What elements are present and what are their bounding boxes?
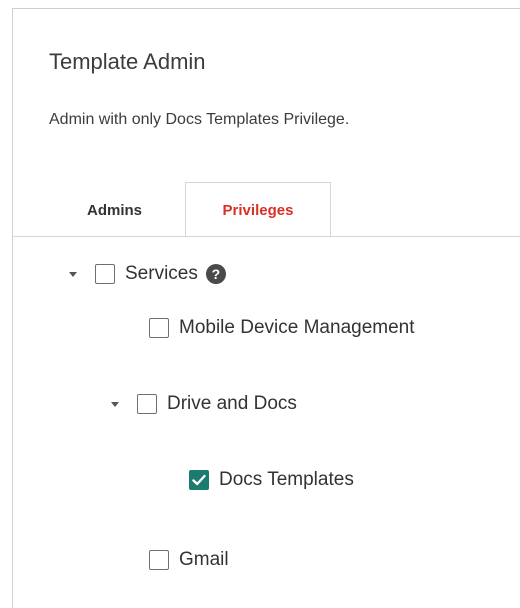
tab-admins[interactable]: Admins <box>49 183 179 237</box>
gmail-checkbox[interactable] <box>149 550 169 570</box>
check-icon <box>192 474 206 486</box>
drive-and-docs-checkbox[interactable] <box>137 394 157 414</box>
question-circle-icon[interactable]: ? <box>205 264 226 284</box>
gmail-label: Gmail <box>179 549 229 570</box>
docs-templates-checkbox[interactable] <box>189 470 209 490</box>
expand-caret-icon[interactable] <box>67 268 79 280</box>
mobile-device-management-label: Mobile Device Management <box>179 317 415 338</box>
page-title: Template Admin <box>49 49 206 74</box>
privilege-row-drive-and-docs: Drive and Docs <box>109 389 297 419</box>
tab-privileges-label: Privileges <box>222 201 294 219</box>
expand-caret-icon[interactable] <box>109 398 121 410</box>
privilege-row-docs-templates: Docs Templates <box>189 465 354 495</box>
tab-admins-label: Admins <box>87 201 143 219</box>
tab-divider <box>13 236 520 237</box>
role-panel: Template Admin Admin with only Docs Temp… <box>12 8 520 608</box>
privilege-row-services: Services ? <box>67 259 226 289</box>
services-label: Services <box>125 263 198 284</box>
drive-and-docs-label: Drive and Docs <box>167 393 297 414</box>
docs-templates-label: Docs Templates <box>219 469 354 490</box>
privilege-row-mobile-device-management: Mobile Device Management <box>149 313 415 343</box>
services-checkbox[interactable] <box>95 264 115 284</box>
role-description: Admin with only Docs Templates Privilege… <box>49 111 350 128</box>
privilege-row-gmail: Gmail <box>149 545 229 575</box>
tab-privileges[interactable]: Privileges <box>185 182 331 238</box>
mobile-device-management-checkbox[interactable] <box>149 318 169 338</box>
